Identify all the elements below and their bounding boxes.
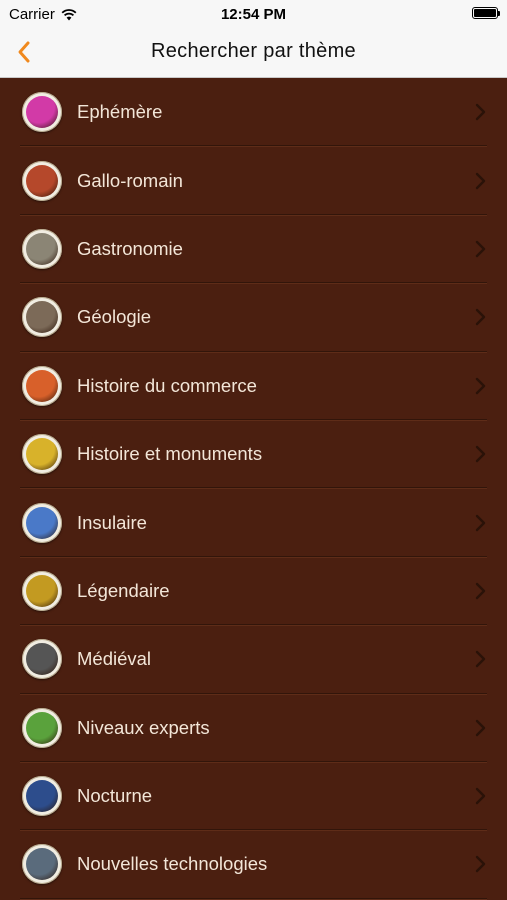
- theme-icon-art: [26, 574, 58, 607]
- merchant-fox-icon: [22, 365, 62, 406]
- battery-fill: [474, 9, 496, 17]
- navigation-bar: Rechercher par thème: [0, 28, 507, 78]
- theme-icon-art: [26, 232, 58, 265]
- chevron-right-icon: [475, 240, 486, 258]
- knight-helmet-icon: [22, 639, 62, 680]
- theme-row[interactable]: Gallo-romain: [0, 146, 507, 216]
- green-monster-icon: [22, 707, 62, 748]
- theme-icon-art: [26, 369, 58, 402]
- theme-label: Gallo-romain: [77, 169, 183, 191]
- chevron-right-icon: [475, 172, 486, 189]
- theme-label: Nouvelles technologies: [77, 853, 268, 875]
- chevron-right-icon: [475, 514, 486, 531]
- island-sail-icon: [22, 502, 62, 543]
- theme-icon-art: [26, 780, 58, 813]
- chevron-right-icon: [475, 582, 486, 600]
- back-button[interactable]: [8, 36, 40, 68]
- chevron-right-icon: [475, 787, 486, 805]
- theme-row[interactable]: Histoire et monuments: [0, 420, 507, 489]
- chevron-right-icon: [475, 856, 486, 873]
- theme-label: Médiéval: [77, 648, 152, 670]
- theme-icon-art: [26, 711, 58, 744]
- chevron-right-icon: [475, 719, 486, 736]
- theme-label: Légendaire: [77, 579, 170, 601]
- theme-icon-art: [26, 643, 58, 676]
- status-bar: Carrier 12:54 PM: [0, 0, 507, 28]
- status-time: 12:54 PM: [220, 6, 287, 23]
- page-title: Rechercher par thème: [151, 40, 356, 62]
- theme-list: Ephémère Gallo-romain Gastronomie Géologie H…: [0, 78, 507, 900]
- theme-icon-art: [26, 164, 58, 197]
- theme-icon-art: [26, 506, 58, 539]
- theme-row[interactable]: Légendaire: [0, 557, 507, 626]
- battery-icon: [472, 7, 500, 19]
- theme-icon-art: [26, 848, 58, 881]
- monument-icon: [22, 434, 62, 475]
- miner-helmet-icon: [22, 297, 62, 338]
- theme-row[interactable]: Ephémère: [0, 78, 507, 147]
- theme-icon-art: [26, 301, 58, 334]
- theme-label: Histoire et monuments: [77, 443, 263, 465]
- theme-row[interactable]: Géologie: [0, 283, 507, 352]
- theme-icon-art: [26, 438, 58, 471]
- chevron-right-icon: [475, 103, 486, 121]
- theme-label: Nocturne: [77, 785, 153, 807]
- theme-label: Insulaire: [77, 511, 147, 533]
- theme-label: Géologie: [77, 306, 152, 328]
- theme-label: Ephémère: [77, 101, 163, 123]
- theme-row[interactable]: Histoire du commerce: [0, 352, 507, 421]
- theme-row[interactable]: Niveaux experts: [0, 694, 507, 763]
- chevron-right-icon: [475, 651, 486, 668]
- chevron-right-icon: [475, 377, 486, 394]
- theme-row[interactable]: Gastronomie: [0, 215, 507, 284]
- pink-creature-icon: [22, 92, 62, 133]
- theme-label: Niveaux experts: [77, 716, 210, 738]
- chef-mouse-icon: [22, 228, 62, 269]
- gallo-roman-helmet-icon: [22, 160, 62, 201]
- theme-label: Histoire du commerce: [77, 374, 257, 396]
- robot-icon: [22, 844, 62, 885]
- theme-label: Gastronomie: [77, 237, 183, 259]
- theme-row[interactable]: Médiéval: [0, 625, 507, 694]
- chevron-left-icon: [18, 41, 30, 63]
- theme-row[interactable]: Nocturne: [0, 762, 507, 831]
- theme-row[interactable]: Nouvelles technologies: [0, 830, 507, 900]
- chevron-right-icon: [475, 445, 486, 463]
- theme-row[interactable]: Insulaire: [0, 488, 507, 558]
- chevron-right-icon: [475, 309, 486, 326]
- legendary-emblem-icon: [22, 570, 62, 611]
- theme-icon-art: [26, 96, 58, 129]
- night-owl-icon: [22, 776, 62, 817]
